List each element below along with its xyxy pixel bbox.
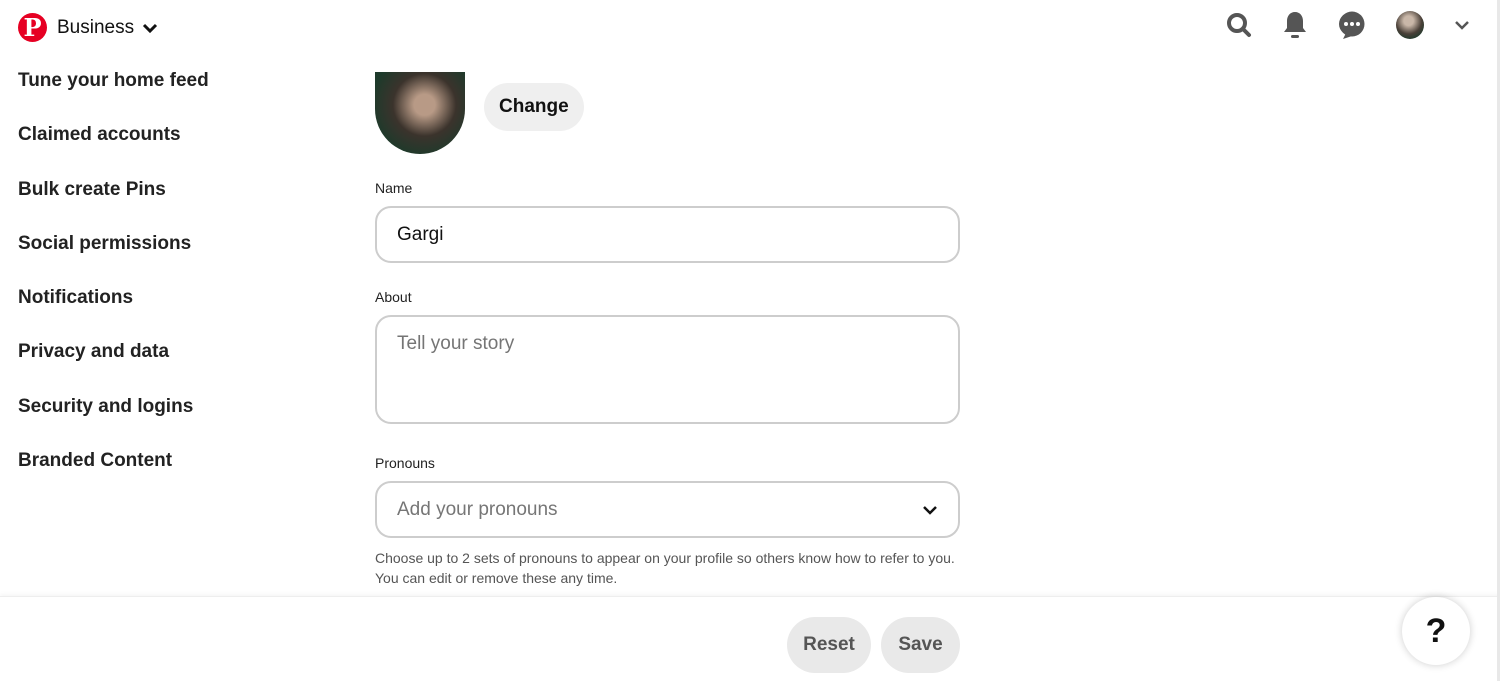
settings-sidebar: Tune your home feed Claimed accounts Bul… [18,68,209,502]
reset-button[interactable]: Reset [787,617,871,673]
sidebar-item-tune-home-feed[interactable]: Tune your home feed [18,68,209,122]
pronouns-help-text: Choose up to 2 sets of pronouns to appea… [375,550,955,586]
about-textarea[interactable] [375,315,960,424]
pronouns-select[interactable]: Add your pronouns [375,481,960,538]
sidebar-item-branded-content[interactable]: Branded Content [18,448,209,502]
header: P Business [0,0,1500,56]
help-button[interactable]: ? [1402,597,1470,665]
business-menu[interactable]: Business [57,17,158,39]
save-button[interactable]: Save [881,617,960,673]
sidebar-item-security-logins[interactable]: Security and logins [18,394,209,448]
sidebar-item-privacy-data[interactable]: Privacy and data [18,339,209,393]
pinterest-logo[interactable]: P [18,13,47,42]
sidebar-item-claimed-accounts[interactable]: Claimed accounts [18,122,209,176]
chevron-down-icon [923,505,937,515]
search-icon[interactable] [1226,12,1252,38]
name-label: Name [375,180,413,196]
chevron-down-icon [143,23,158,34]
pronouns-placeholder: Add your pronouns [397,498,558,520]
footer-bar: Reset Save [0,596,1500,681]
change-photo-button[interactable]: Change [484,83,584,131]
chevron-down-icon[interactable] [1454,19,1470,31]
profile-form: Change Name About Pronouns Add your pron… [375,72,960,588]
business-label: Business [57,17,135,38]
about-label: About [375,289,412,305]
pronouns-label: Pronouns [375,455,435,471]
sidebar-item-bulk-create-pins[interactable]: Bulk create Pins [18,177,209,231]
chat-icon[interactable] [1338,11,1366,39]
sidebar-item-notifications[interactable]: Notifications [18,285,209,339]
sidebar-item-social-permissions[interactable]: Social permissions [18,231,209,285]
profile-photo [375,72,465,154]
bell-icon[interactable] [1282,10,1308,40]
avatar[interactable] [1396,11,1424,39]
name-input[interactable] [375,206,960,263]
